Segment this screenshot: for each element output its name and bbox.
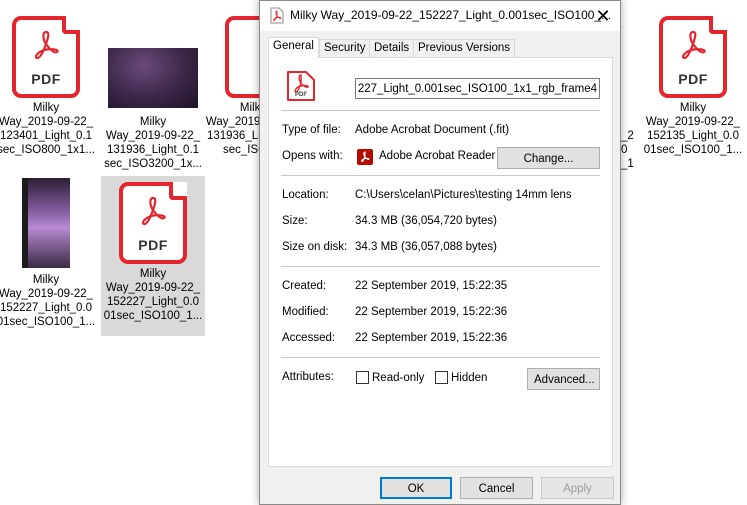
- file-item[interactable]: Milky Way_2019-09-22_ 131936_Light_0.1 s…: [101, 40, 205, 172]
- location-label: Location:: [282, 189, 329, 201]
- modified-label: Modified:: [282, 306, 329, 318]
- location-value: C:\Users\celan\Pictures\testing 14mm len…: [355, 189, 572, 201]
- file-item[interactable]: Milky Way_2019-09-22_ 131936_Light_0.1 s…: [205, 14, 265, 158]
- tab-details[interactable]: Details: [369, 39, 415, 57]
- hidden-label[interactable]: Hidden: [451, 372, 487, 384]
- general-tab-panel: PDF Type of file: Adobe Acrobat Document…: [268, 57, 613, 467]
- size-on-disk-value: 34.3 MB (36,057,088 bytes): [355, 241, 497, 253]
- properties-dialog: Milky Way_2019-09-22_152227_Light_0.001s…: [259, 0, 621, 505]
- file-name: Milky Way_2019-09-22_ 131936_Light_0.1 s…: [104, 116, 202, 170]
- filename-input[interactable]: [356, 79, 599, 98]
- acrobat-reader-icon: [357, 149, 373, 165]
- hidden-checkbox[interactable]: [435, 371, 448, 384]
- pdf-small-icon: [270, 7, 284, 27]
- readonly-checkbox[interactable]: [356, 371, 369, 384]
- type-of-file-value: Adobe Acrobat Document (.fit): [355, 124, 510, 136]
- pdf-file-icon: PDF: [657, 14, 729, 100]
- divider: [281, 110, 600, 111]
- cancel-button[interactable]: Cancel: [460, 477, 533, 499]
- pdf-file-icon: PDF: [10, 14, 82, 100]
- dialog-titlebar[interactable]: Milky Way_2019-09-22_152227_Light_0.001s…: [260, 1, 620, 31]
- created-label: Created:: [282, 280, 327, 292]
- divider: [281, 357, 600, 358]
- close-icon[interactable]: ✕: [586, 1, 620, 31]
- file-item[interactable]: Milky Way_2019-09-22_ 152227_Light_0.0 0…: [0, 178, 98, 330]
- file-name: Milky Way_2019-09-22_ 131936_Light_0.1 s…: [205, 102, 265, 156]
- file-name: Milky Way_2019-09-22_ 123401_Light_0.1 s…: [0, 102, 95, 156]
- pdf-file-icon: PDF: [117, 180, 189, 266]
- change-button[interactable]: Change...: [497, 147, 600, 169]
- photo-thumbnail: [108, 48, 198, 108]
- divider: [281, 266, 600, 267]
- attributes-label: Attributes:: [282, 371, 334, 383]
- tab-security[interactable]: Security: [319, 39, 371, 57]
- modified-value: 22 September 2019, 15:22:36: [355, 306, 508, 318]
- filename-field[interactable]: [355, 78, 600, 99]
- size-label: Size:: [282, 215, 308, 227]
- hidden-file-fragment: _2 0 _1: [621, 130, 634, 170]
- accessed-label: Accessed:: [282, 332, 336, 344]
- file-item[interactable]: PDF Milky Way_2019-09-22_ 123401_Light_0…: [0, 14, 98, 158]
- apply-button[interactable]: Apply: [541, 477, 614, 499]
- file-type-icon: PDF: [286, 70, 316, 105]
- dialog-title: Milky Way_2019-09-22_152227_Light_0.001s…: [290, 8, 612, 22]
- created-value: 22 September 2019, 15:22:35: [355, 280, 508, 292]
- file-name: Milky Way_2019-09-22_ 152227_Light_0.0 0…: [103, 268, 203, 322]
- size-on-disk-label: Size on disk:: [282, 241, 348, 253]
- size-value: 34.3 MB (36,054,720 bytes): [355, 215, 497, 227]
- file-item-selected[interactable]: PDF Milky Way_2019-09-22_ 152227_Light_0…: [101, 176, 205, 336]
- tab-previous-versions[interactable]: Previous Versions: [413, 39, 516, 57]
- file-name: Milky Way_2019-09-22_ 152227_Light_0.0 0…: [0, 274, 96, 328]
- readonly-label[interactable]: Read-only: [372, 372, 424, 384]
- file-name: Milky Way_2019-09-22_ 152135_Light_0.0 0…: [643, 102, 743, 156]
- type-of-file-label: Type of file:: [282, 124, 341, 136]
- ok-button[interactable]: OK: [380, 477, 452, 499]
- opens-with-label: Opens with:: [282, 150, 343, 162]
- accessed-value: 22 September 2019, 15:22:36: [355, 332, 508, 344]
- tab-general[interactable]: General: [268, 37, 319, 58]
- advanced-button[interactable]: Advanced...: [527, 368, 600, 390]
- opens-with-value: Adobe Acrobat Reader: [379, 150, 496, 162]
- divider: [281, 175, 600, 176]
- photo-thumbnail: [22, 178, 70, 268]
- file-item[interactable]: PDF Milky Way_2019-09-22_ 152135_Light_0…: [641, 14, 745, 158]
